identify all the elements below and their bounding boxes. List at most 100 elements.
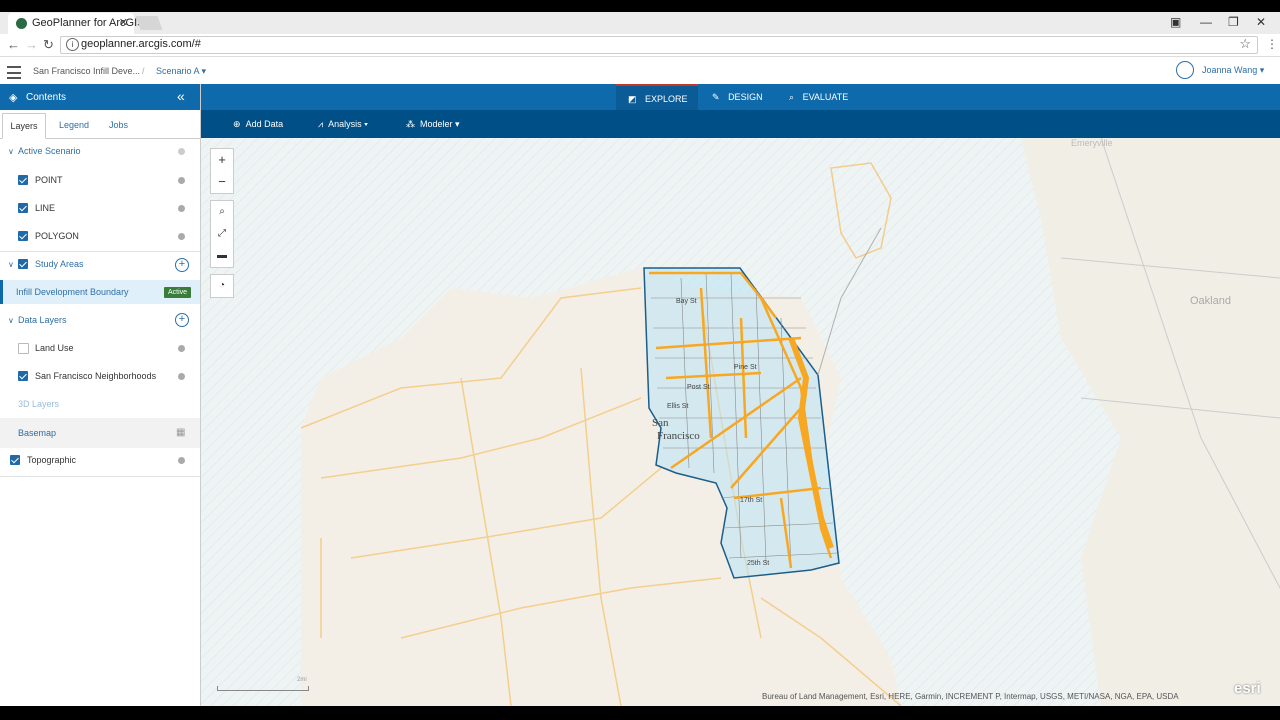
city-label-san: San <box>652 417 669 429</box>
scenario-dropdown[interactable]: Scenario A ▾ <box>156 66 206 77</box>
tab-legend[interactable]: Legend <box>59 120 89 130</box>
gear-icon[interactable] <box>178 457 185 464</box>
scenario-label: Scenario A <box>156 66 200 76</box>
zoom-control: + − <box>210 148 234 194</box>
tab-layers[interactable]: Layers <box>2 113 46 139</box>
basemap-gallery-icon[interactable]: ▦ <box>176 427 185 438</box>
browser-tabstrip <box>0 12 1280 34</box>
gauge-icon[interactable]: ◔ <box>211 275 233 297</box>
project-breadcrumb[interactable]: San Francisco Infill Deve... <box>33 66 140 76</box>
new-tab-button[interactable] <box>135 16 163 30</box>
layer-label: POINT <box>35 175 63 185</box>
checkbox-point[interactable] <box>18 175 28 185</box>
map-view[interactable]: San Francisco Oakland Emeryville Bay St … <box>201 138 1280 706</box>
measure-icon[interactable]: ▬ <box>211 245 233 267</box>
url-input[interactable]: i geoplanner.arcgis.com/# ☆ <box>60 36 1258 54</box>
checkbox-neighborhoods[interactable] <box>18 371 28 381</box>
street-label: Bay St <box>676 298 697 305</box>
caret-down-icon[interactable]: ∨ <box>8 260 14 269</box>
search-icon[interactable]: ⌕ <box>211 201 233 223</box>
street-label: 25th St <box>747 560 770 567</box>
street-label: 17th St <box>740 497 763 504</box>
back-icon[interactable]: ← <box>7 37 20 52</box>
bookmark-star-icon[interactable]: ☆ <box>1239 36 1251 52</box>
esri-logo: esri <box>1234 680 1261 697</box>
gear-icon[interactable] <box>178 345 185 352</box>
maximize-icon[interactable]: ❐ <box>1228 15 1239 29</box>
analysis-button[interactable]: ⩘ Analysis ▾ <box>318 119 368 130</box>
checkbox-polygon[interactable] <box>18 231 28 241</box>
add-study-area-icon[interactable]: + <box>175 258 189 272</box>
study-area-label[interactable]: Infill Development Boundary <box>16 287 129 297</box>
full-extent-icon[interactable]: ⤢ <box>211 223 233 245</box>
tab-evaluate[interactable]: ⌕ EVALUATE <box>789 84 869 110</box>
pencil-icon: ✎ <box>712 92 720 102</box>
add-data-layer-icon[interactable]: + <box>175 313 189 327</box>
info-icon[interactable]: i <box>66 38 79 51</box>
street-label: Ellis St <box>667 403 689 410</box>
contents-sidebar <box>0 84 201 706</box>
forward-icon[interactable]: → <box>25 37 38 52</box>
section-title: Active Scenario <box>18 146 81 156</box>
gear-icon[interactable] <box>178 233 185 240</box>
tab-explore[interactable]: ◩ EXPLORE <box>616 84 698 110</box>
modeler-button[interactable]: ⁂ Modeler ▾ <box>406 119 460 130</box>
tab-close-icon[interactable]: ✕ <box>119 16 128 29</box>
tab-design[interactable]: ✎ DESIGN <box>712 84 782 110</box>
browser-menu-icon[interactable]: ⋮ <box>1266 37 1278 51</box>
scenario-settings-icon[interactable] <box>178 148 185 155</box>
browser-tab[interactable]: GeoPlanner for ArcGIS ✕ <box>8 13 145 34</box>
zoom-in-button[interactable]: + <box>211 149 233 171</box>
checkbox-land-use[interactable] <box>18 343 29 354</box>
close-window-icon[interactable]: ✕ <box>1256 15 1266 29</box>
reload-icon[interactable]: ↻ <box>43 37 54 53</box>
avatar <box>1176 61 1194 79</box>
user-name: Joanna Wang <box>1202 65 1258 75</box>
tab-jobs[interactable]: Jobs <box>109 120 128 130</box>
street-label: Post St <box>687 384 710 391</box>
section-title: Data Layers <box>18 315 67 325</box>
url-text: geoplanner.arcgis.com/# <box>81 38 201 50</box>
evaluate-icon: ⌕ <box>789 92 795 102</box>
contents-title: Contents <box>26 92 67 103</box>
checkbox-line[interactable] <box>18 203 28 213</box>
tool-label: Modeler <box>420 119 453 129</box>
caret-down-icon[interactable]: ∨ <box>8 316 14 325</box>
gear-icon[interactable] <box>178 177 185 184</box>
gear-icon[interactable] <box>178 373 185 380</box>
analysis-icon: ⩘ <box>318 119 324 129</box>
scale-label: 2mi <box>297 677 307 683</box>
layers-icon: ◈ <box>9 92 18 104</box>
caret-down-icon[interactable]: ∨ <box>8 147 14 156</box>
app-favicon-icon <box>16 18 27 29</box>
basemap-svg <box>201 138 1280 706</box>
city-label-oakland: Oakland <box>1190 295 1231 307</box>
modeler-icon: ⁂ <box>406 119 415 129</box>
collapse-panel-icon[interactable]: « <box>177 88 185 104</box>
zoom-out-button[interactable]: − <box>211 171 233 193</box>
add-data-button[interactable]: ⊕ Add Data <box>233 119 283 130</box>
contents-header: ◈ Contents « <box>0 84 200 110</box>
plus-circle-icon: ⊕ <box>233 119 241 129</box>
layer-label: San Francisco Neighborhoods <box>35 371 157 381</box>
city-label-emeryville: Emeryville <box>1071 138 1113 148</box>
sidebar-tabs: Layers Legend Jobs <box>0 113 200 139</box>
divider <box>0 476 200 477</box>
minimize-icon[interactable]: — <box>1200 15 1212 29</box>
tab-label: EXPLORE <box>645 94 688 104</box>
layer-label: Topographic <box>27 455 77 465</box>
map-attribution: Bureau of Land Management, Esri, HERE, G… <box>762 692 1179 701</box>
profile-icon[interactable]: ▣ <box>1170 15 1181 29</box>
active-badge: Active <box>164 287 191 298</box>
section-title: Study Areas <box>35 259 84 269</box>
explore-icon: ◩ <box>628 94 637 104</box>
gear-icon[interactable] <box>178 205 185 212</box>
tool-label: Add Data <box>245 119 284 129</box>
hamburger-menu-icon[interactable] <box>7 66 21 79</box>
layer-label: LINE <box>35 203 56 213</box>
city-label-francisco: Francisco <box>657 430 700 442</box>
checkbox-study-areas[interactable] <box>18 259 28 269</box>
breadcrumb-separator: / <box>142 66 145 76</box>
layer-label: Land Use <box>35 343 74 353</box>
checkbox-topographic[interactable] <box>10 455 20 465</box>
